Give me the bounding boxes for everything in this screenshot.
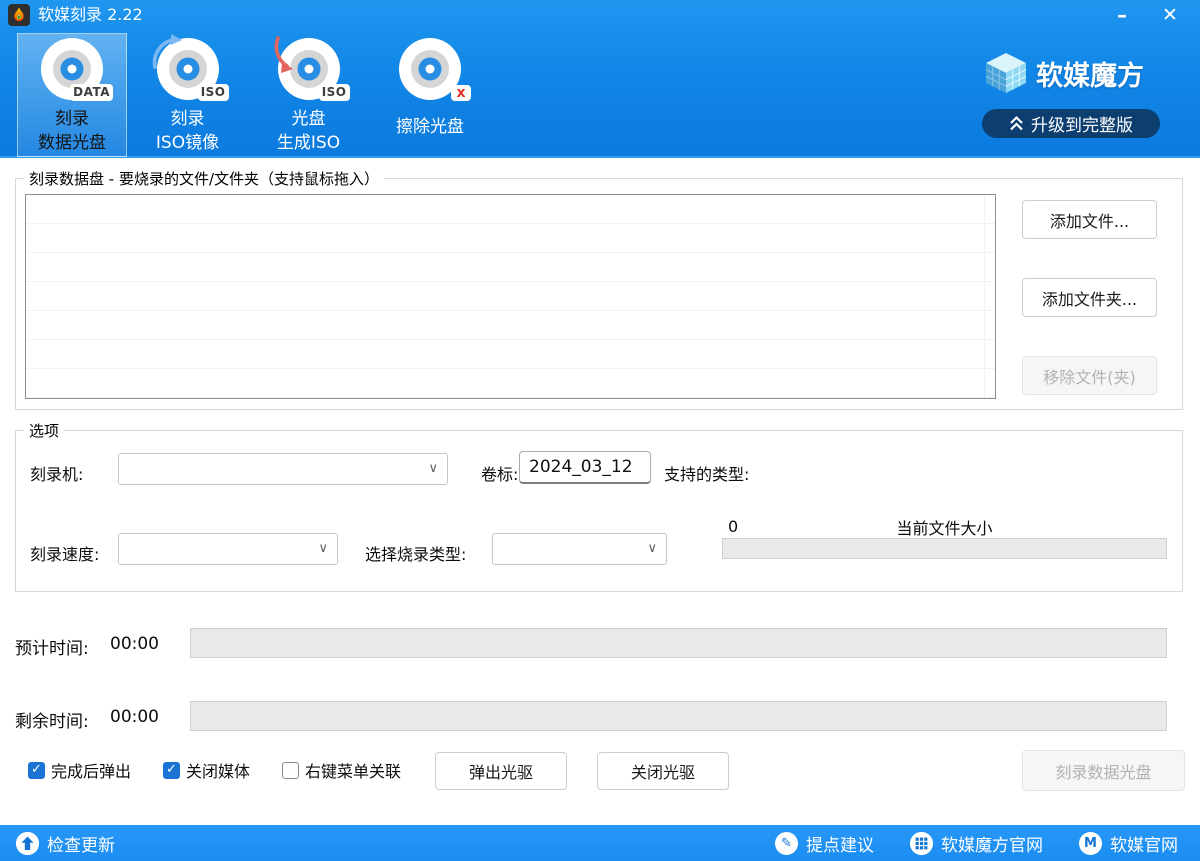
options-group-legend: 选项	[24, 420, 64, 441]
checkbox-close-media[interactable]: 关闭媒体	[163, 758, 250, 782]
window-title: 软媒刻录 2.22	[38, 4, 143, 26]
remaining-time-label: 剩余时间:	[15, 707, 89, 732]
check-update-item[interactable]: 检查更新	[16, 831, 115, 856]
toolbar-label-line1: 刻录	[156, 107, 219, 131]
checkbox-box[interactable]	[163, 762, 180, 779]
checkbox-eject-after-complete[interactable]: 完成后弹出	[28, 758, 131, 782]
remaining-time-value: 00:00	[110, 707, 159, 727]
cube-icon	[984, 52, 1028, 94]
estimated-progressbar	[190, 628, 1167, 658]
list-row	[26, 369, 995, 398]
m-logo-icon: M	[1079, 832, 1102, 855]
blue-cycle-arrow-icon	[147, 33, 183, 73]
toolbar-label-line1: 光盘	[277, 107, 340, 131]
list-row	[26, 282, 995, 311]
toolbar-button-erase-disc[interactable]: x 擦除光盘	[374, 33, 486, 157]
file-list[interactable]	[25, 194, 996, 399]
up-arrow-icon	[16, 832, 39, 855]
check-update-label: 检查更新	[47, 831, 115, 856]
estimated-time-label: 预计时间:	[15, 634, 89, 659]
burn-speed-select[interactable]: ∨	[118, 533, 338, 565]
checkbox-label: 关闭媒体	[186, 758, 250, 782]
remove-file-button[interactable]: 移除文件(夹)	[1022, 356, 1157, 395]
size-progressbar	[722, 538, 1167, 559]
brand-title: 软媒魔方	[1036, 54, 1144, 93]
app-window: 软媒刻录 2.22 – ✕ DATA 刻录 数据光盘	[0, 0, 1200, 861]
list-row	[26, 195, 995, 224]
options-group: 选项	[15, 420, 1183, 592]
checkbox-context-menu-assoc[interactable]: 右键菜单关联	[282, 758, 401, 782]
list-row	[26, 253, 995, 282]
checkbox-label: 完成后弹出	[51, 758, 131, 782]
burn-type-select[interactable]: ∨	[492, 533, 667, 565]
checkbox-row: 完成后弹出 关闭媒体 右键菜单关联	[28, 758, 401, 782]
list-row	[26, 224, 995, 253]
burn-type-label: 选择烧录类型:	[365, 541, 466, 565]
close-button[interactable]: ✕	[1148, 0, 1192, 30]
iso-disc-icon: ISO	[155, 37, 221, 101]
file-group-legend: 刻录数据盘 - 要烧录的文件/文件夹（支持鼠标拖入）	[24, 168, 384, 189]
checkbox-box[interactable]	[282, 762, 299, 779]
toolbar-button-burn-data-disc[interactable]: DATA 刻录 数据光盘	[17, 33, 127, 157]
header: 软媒刻录 2.22 – ✕ DATA 刻录 数据光盘	[0, 0, 1200, 158]
grid-icon	[910, 832, 933, 855]
pencil-icon: ✎	[775, 832, 798, 855]
add-folder-button[interactable]: 添加文件夹...	[1022, 278, 1157, 317]
statusbar-right: ✎ 提点建议 软媒魔方官网 M	[775, 831, 1178, 856]
app-flame-icon	[8, 4, 30, 26]
toolbar-label-line2: 生成ISO	[277, 131, 340, 155]
ruanmei-site-item[interactable]: M 软媒官网	[1079, 831, 1178, 856]
burn-data-disc-button[interactable]: 刻录数据光盘	[1022, 750, 1185, 791]
supported-types-label: 支持的类型:	[664, 461, 749, 485]
volume-label: 卷标:	[481, 461, 518, 485]
chevron-down-icon: ∨	[318, 541, 328, 556]
checkbox-label: 右键菜单关联	[305, 758, 401, 782]
mofang-site-label: 软媒魔方官网	[941, 831, 1043, 856]
eject-drive-button[interactable]: 弹出光驱	[435, 752, 567, 790]
toolbar-label-line1: 擦除光盘	[396, 115, 464, 139]
list-column-divider	[984, 195, 985, 398]
mofang-site-item[interactable]: 软媒魔方官网	[910, 831, 1043, 856]
iso-badge: ISO	[198, 84, 229, 101]
burn-speed-label: 刻录速度:	[30, 541, 99, 565]
current-size-label: 当前文件大小	[722, 515, 1167, 539]
burner-label: 刻录机:	[30, 461, 83, 485]
suggestion-label: 提点建议	[806, 831, 874, 856]
checkbox-box[interactable]	[28, 762, 45, 779]
erase-disc-icon: x	[397, 37, 463, 101]
toolbar-button-disc-to-iso[interactable]: ISO 光盘 生成ISO	[253, 33, 364, 157]
close-drive-button[interactable]: 关闭光驱	[597, 752, 729, 790]
iso-badge: ISO	[319, 84, 350, 101]
brand-logo: 软媒魔方	[984, 52, 1144, 94]
toolbar-button-burn-iso[interactable]: ISO 刻录 ISO镜像	[132, 33, 243, 157]
add-file-button[interactable]: 添加文件...	[1022, 200, 1157, 239]
upgrade-label: 升级到完整版	[1031, 111, 1133, 136]
remaining-progressbar	[190, 701, 1167, 731]
iso-disc-icon: ISO	[276, 37, 342, 101]
volume-input[interactable]	[519, 451, 651, 484]
minimize-button[interactable]: –	[1100, 0, 1144, 30]
data-disc-icon: DATA	[39, 37, 105, 101]
red-cycle-arrow-icon	[268, 33, 304, 75]
toolbar-label-line2: 数据光盘	[38, 131, 106, 155]
burner-select[interactable]: ∨	[118, 453, 448, 485]
list-row	[26, 340, 995, 369]
chevron-down-icon: ∨	[428, 461, 438, 476]
chevron-down-icon: ∨	[647, 541, 657, 556]
double-chevron-up-icon	[1009, 115, 1024, 132]
suggestion-item[interactable]: ✎ 提点建议	[775, 831, 874, 856]
statusbar: 检查更新 ✎ 提点建议 软媒魔方官网	[0, 825, 1200, 861]
ruanmei-site-label: 软媒官网	[1110, 831, 1178, 856]
upgrade-button[interactable]: 升级到完整版	[982, 109, 1160, 138]
estimated-time-value: 00:00	[110, 634, 159, 654]
toolbar-label-line2: ISO镜像	[156, 131, 219, 155]
list-row	[26, 311, 995, 340]
erase-x-badge: x	[451, 85, 471, 101]
data-badge: DATA	[70, 84, 113, 101]
toolbar-label-line1: 刻录	[38, 107, 106, 131]
